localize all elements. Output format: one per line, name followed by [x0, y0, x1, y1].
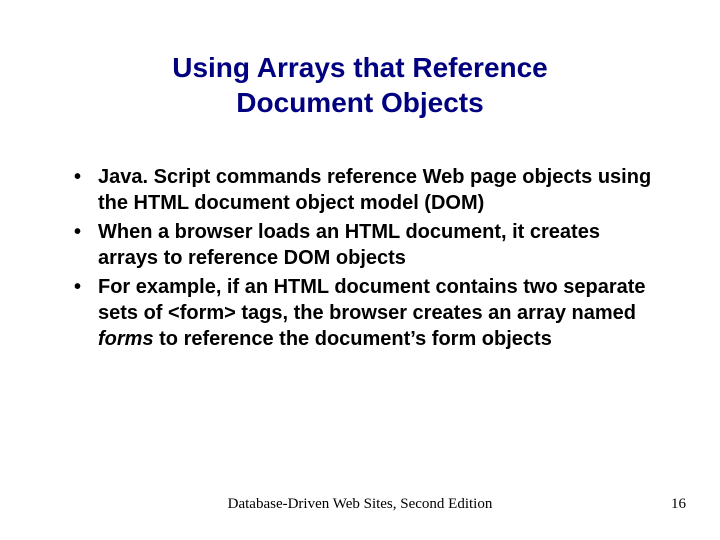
bullet-3: For example, if an HTML document contain… [70, 275, 660, 352]
title-line-2: Document Objects [236, 87, 483, 118]
bullet-3-text-b: forms [98, 328, 154, 350]
slide-footer: Database-Driven Web Sites, Second Editio… [0, 496, 720, 516]
bullet-3-text-c: to reference the document’s form objects [154, 328, 552, 350]
slide-body: Java. Script commands reference Web page… [70, 165, 660, 356]
bullet-2-text: When a browser loads an HTML document, i… [98, 221, 600, 269]
bullet-2: When a browser loads an HTML document, i… [70, 220, 660, 271]
bullet-3-text-a: For example, if an HTML document contain… [98, 276, 646, 324]
slide-title: Using Arrays that Reference Document Obj… [0, 50, 720, 120]
title-line-1: Using Arrays that Reference [172, 52, 548, 83]
slide: Using Arrays that Reference Document Obj… [0, 0, 720, 540]
footer-source: Database-Driven Web Sites, Second Editio… [0, 496, 720, 513]
page-number: 16 [671, 496, 686, 513]
bullet-1: Java. Script commands reference Web page… [70, 165, 660, 216]
bullet-1-text: Java. Script commands reference Web page… [98, 166, 651, 214]
